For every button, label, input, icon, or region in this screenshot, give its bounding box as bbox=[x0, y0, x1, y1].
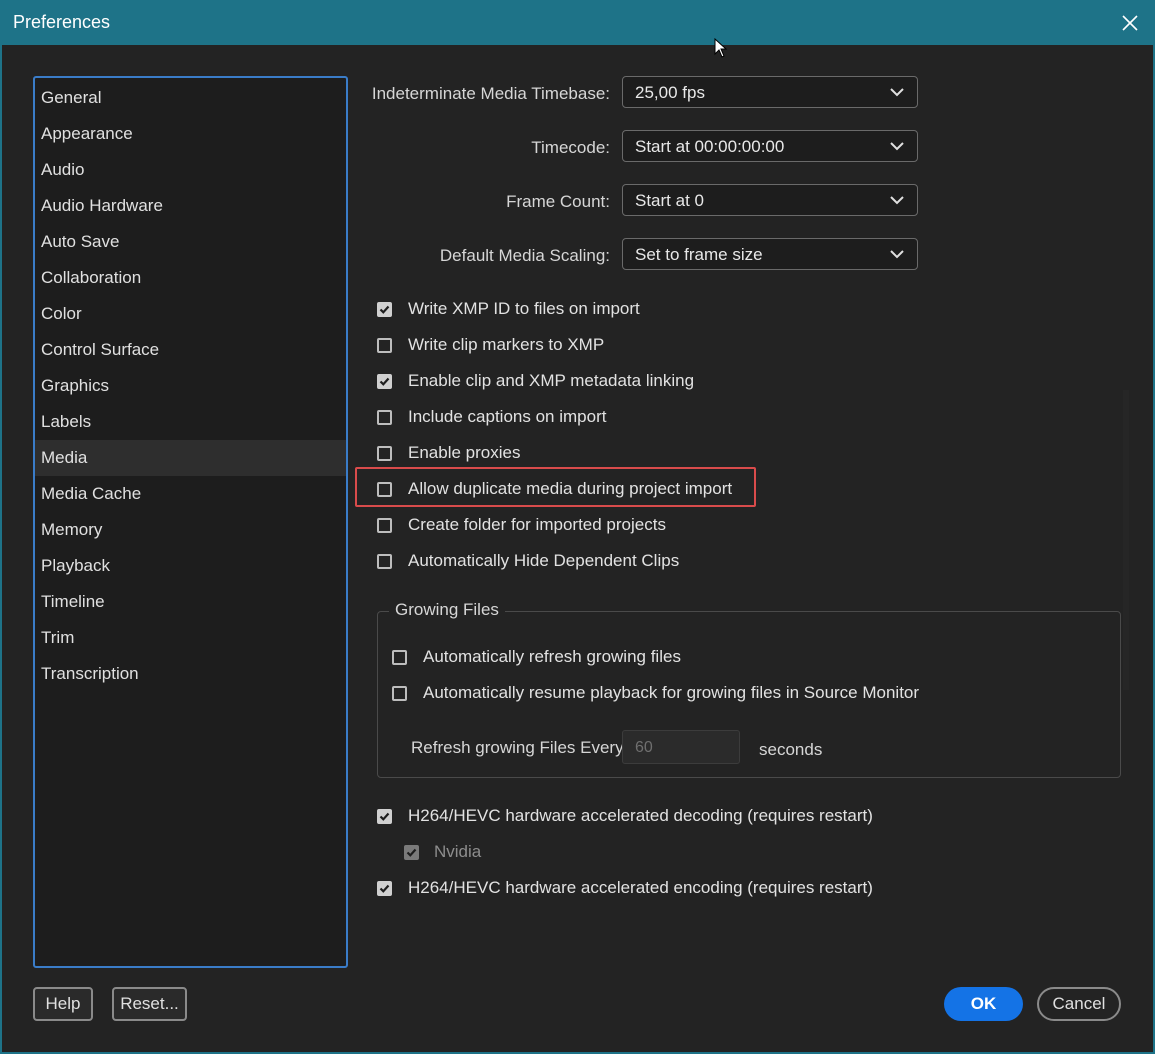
frame-count-label: Frame Count: bbox=[506, 192, 610, 211]
sidebar: General Appearance Audio Audio Hardware Auto… bbox=[33, 76, 348, 968]
sidebar-item-playback[interactable]: Playback bbox=[35, 548, 346, 584]
checkbox-label: Create folder for imported projects bbox=[408, 515, 666, 534]
timecode-label: Timecode: bbox=[531, 138, 610, 157]
window-title: Preferences bbox=[13, 12, 111, 32]
help-button[interactable]: Help bbox=[33, 987, 93, 1021]
enable-proxies-checkbox[interactable]: Enable proxies bbox=[377, 441, 520, 465]
sidebar-item-graphics[interactable]: Graphics bbox=[35, 368, 346, 404]
close-icon bbox=[1122, 15, 1138, 31]
timebase-dropdown[interactable]: 25,00 fps bbox=[622, 76, 918, 108]
sidebar-item-trim[interactable]: Trim bbox=[35, 620, 346, 656]
checkbox-label: Enable clip and XMP metadata linking bbox=[408, 371, 695, 390]
hw-decoding-checkbox[interactable]: H264/HEVC hardware accelerated decoding … bbox=[377, 804, 873, 828]
checkmark-icon bbox=[406, 848, 417, 857]
checkbox-box bbox=[377, 409, 392, 425]
sidebar-item-audio[interactable]: Audio bbox=[35, 152, 346, 188]
hw-encoding-checkbox[interactable]: H264/HEVC hardware accelerated encoding … bbox=[377, 876, 873, 900]
checkbox-box bbox=[377, 301, 392, 317]
timecode-dropdown[interactable]: Start at 00:00:00:00 bbox=[622, 130, 918, 162]
checkmark-icon bbox=[379, 377, 390, 386]
sidebar-list: General Appearance Audio Audio Hardware Auto… bbox=[35, 78, 346, 692]
chevron-down-icon bbox=[890, 88, 904, 97]
checkbox-box bbox=[377, 553, 392, 569]
checkbox-box bbox=[377, 517, 392, 533]
scaling-dropdown[interactable]: Set to frame size bbox=[622, 238, 918, 270]
cancel-button[interactable]: Cancel bbox=[1037, 987, 1121, 1021]
auto-hide-clips-checkbox[interactable]: Automatically Hide Dependent Clips bbox=[377, 549, 679, 573]
checkbox-label: Automatically Hide Dependent Clips bbox=[408, 551, 680, 570]
sidebar-item-timeline[interactable]: Timeline bbox=[35, 584, 346, 620]
checkbox-label: Automatically refresh growing files bbox=[423, 647, 681, 666]
sidebar-item-media-cache[interactable]: Media Cache bbox=[35, 476, 346, 512]
checkbox-label: Automatically resume playback for growin… bbox=[423, 683, 920, 702]
timecode-value: Start at 00:00:00:00 bbox=[635, 137, 785, 156]
sidebar-item-control-surface[interactable]: Control Surface bbox=[35, 332, 346, 368]
checkbox-box bbox=[377, 373, 392, 389]
chevron-down-icon bbox=[890, 196, 904, 205]
nvidia-checkbox: Nvidia bbox=[404, 840, 481, 864]
refresh-growing-checkbox[interactable]: Automatically refresh growing files bbox=[392, 645, 681, 669]
sidebar-item-auto-save[interactable]: Auto Save bbox=[35, 224, 346, 260]
chevron-down-icon bbox=[890, 142, 904, 151]
refresh-interval-input[interactable]: 60 bbox=[622, 730, 740, 764]
checkbox-label: Write XMP ID to files on import bbox=[408, 299, 640, 318]
growing-files-title: Growing Files bbox=[389, 600, 505, 620]
ok-button[interactable]: OK bbox=[944, 987, 1023, 1021]
checkbox-box bbox=[404, 844, 419, 860]
checkbox-label: Nvidia bbox=[434, 842, 482, 861]
timebase-label: Indeterminate Media Timebase: bbox=[371, 84, 610, 103]
checkbox-box bbox=[392, 685, 407, 701]
sidebar-item-color[interactable]: Color bbox=[35, 296, 346, 332]
create-folder-checkbox[interactable]: Create folder for imported projects bbox=[377, 513, 666, 537]
sidebar-item-labels[interactable]: Labels bbox=[35, 404, 346, 440]
checkbox-box bbox=[377, 808, 392, 824]
refresh-interval-label: Refresh growing Files Every bbox=[411, 738, 624, 757]
write-xmp-id-checkbox[interactable]: Write XMP ID to files on import bbox=[377, 297, 640, 321]
checkbox-label: Enable proxies bbox=[408, 443, 521, 462]
checkbox-label: Write clip markers to XMP bbox=[408, 335, 605, 354]
highlight-box bbox=[355, 467, 756, 507]
checkbox-label: H264/HEVC hardware accelerated encoding … bbox=[408, 878, 873, 897]
refresh-interval-unit: seconds bbox=[759, 740, 823, 759]
include-captions-checkbox[interactable]: Include captions on import bbox=[377, 405, 606, 429]
resume-playback-checkbox[interactable]: Automatically resume playback for growin… bbox=[392, 681, 919, 705]
sidebar-item-transcription[interactable]: Transcription bbox=[35, 656, 346, 692]
metadata-linking-checkbox[interactable]: Enable clip and XMP metadata linking bbox=[377, 369, 694, 393]
checkmark-icon bbox=[379, 884, 390, 893]
timebase-value: 25,00 fps bbox=[635, 83, 705, 102]
close-button[interactable] bbox=[1115, 8, 1145, 38]
sidebar-item-audio-hardware[interactable]: Audio Hardware bbox=[35, 188, 346, 224]
sidebar-item-general[interactable]: General bbox=[35, 80, 346, 116]
frame-count-dropdown[interactable]: Start at 0 bbox=[622, 184, 918, 216]
mouse-cursor-icon bbox=[714, 38, 728, 58]
checkbox-label: Include captions on import bbox=[408, 407, 607, 426]
checkbox-box bbox=[377, 337, 392, 353]
checkbox-box bbox=[377, 445, 392, 461]
checkbox-box bbox=[392, 649, 407, 665]
sidebar-item-media[interactable]: Media bbox=[35, 440, 346, 476]
scaling-label: Default Media Scaling: bbox=[439, 246, 610, 265]
sidebar-item-appearance[interactable]: Appearance bbox=[35, 116, 346, 152]
checkmark-icon bbox=[379, 305, 390, 314]
frame-count-value: Start at 0 bbox=[635, 191, 704, 210]
reset-button[interactable]: Reset... bbox=[112, 987, 187, 1021]
title-bar: Preferences bbox=[0, 0, 1155, 45]
checkbox-box bbox=[377, 880, 392, 896]
background-artifact bbox=[1123, 390, 1129, 690]
sidebar-item-memory[interactable]: Memory bbox=[35, 512, 346, 548]
checkmark-icon bbox=[379, 812, 390, 821]
chevron-down-icon bbox=[890, 250, 904, 259]
write-clip-markers-checkbox[interactable]: Write clip markers to XMP bbox=[377, 333, 604, 357]
checkbox-label: H264/HEVC hardware accelerated decoding … bbox=[408, 806, 873, 825]
scaling-value: Set to frame size bbox=[635, 245, 763, 264]
sidebar-item-collaboration[interactable]: Collaboration bbox=[35, 260, 346, 296]
